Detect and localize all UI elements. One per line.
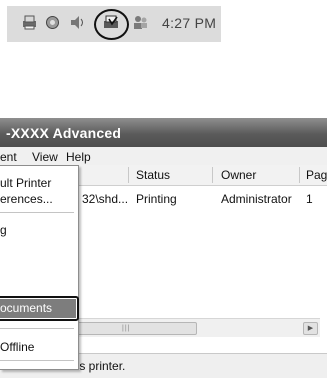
menu-separator [0,360,74,361]
users-icon[interactable] [132,14,149,31]
column-owner[interactable]: Owner [221,168,256,182]
column-status[interactable]: Status [136,168,170,182]
scroll-right-icon[interactable]: ▶ [303,322,318,335]
window-title: -XXXX Advanced [6,125,122,141]
menu-separator [0,212,74,213]
tray-clock[interactable]: 4:27 PM [162,14,216,32]
menu-item-printing-preferences[interactable]: erences... [0,192,53,206]
column-separator[interactable] [299,167,300,183]
job-pages[interactable]: 1 [306,192,313,206]
menu-separator [0,328,74,329]
menu-view[interactable]: View [32,150,58,164]
print-queue-window: -XXXX Advanced ent View Help Status Owne… [0,108,327,378]
highlight-circle [94,9,129,40]
menu-item-pause-printing[interactable]: g [0,223,7,237]
volume-icon[interactable] [68,14,85,31]
system-tray: 4:27 PM [7,6,221,42]
grip-icon: ||| [122,325,131,332]
title-bar[interactable]: -XXXX Advanced [0,118,327,147]
menu-help[interactable]: Help [66,150,91,164]
job-status[interactable]: Printing [136,192,177,206]
menu-document[interactable]: ent [0,150,17,164]
printer-icon[interactable] [21,14,38,31]
printer-menu: ult Printer erences... g ocuments Offlin… [0,165,79,370]
selection-box [0,296,79,321]
menu-item-set-default-printer[interactable]: ult Printer [0,176,51,190]
column-separator[interactable] [128,167,129,183]
menu-item-use-printer-offline[interactable]: Offline [0,340,34,354]
menu-bar: ent View Help [0,147,327,165]
job-document-name[interactable]: 32\shd... [82,192,128,206]
network-icon[interactable] [44,14,61,31]
job-owner[interactable]: Administrator [221,192,292,206]
column-pages[interactable]: Page [306,168,327,182]
column-separator[interactable] [212,167,213,183]
